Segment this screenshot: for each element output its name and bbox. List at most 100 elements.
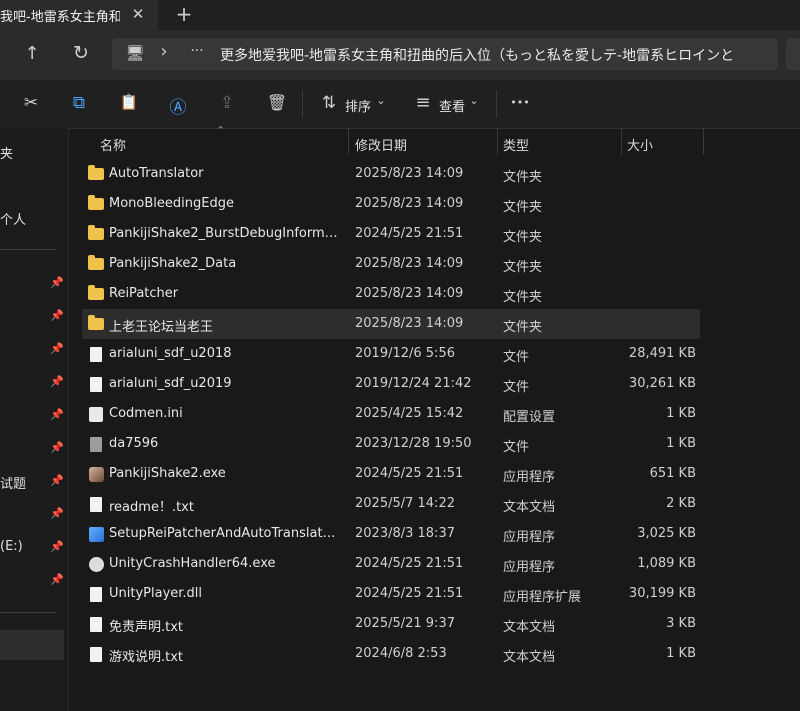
file-row[interactable]: arialuni_sdf_u2019 2019/12/24 21:42 文件 30,2… xyxy=(82,369,700,399)
folder-icon xyxy=(88,195,104,210)
breadcrumb-chevron-icon[interactable]: › xyxy=(158,41,170,62)
pin-icon: 📌 xyxy=(50,375,64,388)
file-type: 应用程序 xyxy=(503,470,556,485)
paste-icon[interactable]: 📋 xyxy=(118,93,140,111)
file-row[interactable]: PankijiShake2_Data 2025/8/23 14:09 文件夹 xyxy=(82,249,700,279)
file-row[interactable]: PankijiShake2.exe 2024/5/25 21:51 应用程序 651 … xyxy=(82,459,700,489)
file-size: 1 KB xyxy=(666,406,696,421)
file-row[interactable]: arialuni_sdf_u2018 2019/12/6 5:56 文件 28,491… xyxy=(82,339,700,369)
sidebar-item-label[interactable]: 个人 xyxy=(0,209,26,228)
sort-button[interactable]: 排序 xyxy=(345,96,371,115)
text-file-icon xyxy=(90,617,102,632)
file-row[interactable]: 游戏说明.txt 2024/6/8 2:53 文本文档 1 KB xyxy=(82,639,700,669)
view-caret-icon[interactable]: ⌄ xyxy=(468,94,480,107)
app-icon xyxy=(89,467,104,482)
file-row[interactable]: AutoTranslator 2025/8/23 14:09 文件夹 xyxy=(82,159,700,189)
text-file-icon xyxy=(90,497,102,512)
column-header-name[interactable]: 名称 xyxy=(100,135,126,154)
file-date: 2025/8/23 14:09 xyxy=(355,256,464,271)
file-name: ReiPatcher xyxy=(109,286,179,301)
sort-icon[interactable]: ⇅ xyxy=(318,93,340,113)
file-row[interactable]: ReiPatcher 2025/8/23 14:09 文件夹 xyxy=(82,279,700,309)
up-icon[interactable]: ↑ xyxy=(22,43,42,64)
breadcrumb-path[interactable]: 更多地爱我吧-地雷系女主角和扭曲的后入位（もっと私を愛しテ-地雷系ヒロインと xyxy=(220,45,780,65)
file-type: 应用程序 xyxy=(503,530,556,545)
file-name: UnityPlayer.dll xyxy=(109,586,203,601)
more-options-icon[interactable]: ••• xyxy=(508,96,532,109)
search-box[interactable] xyxy=(786,38,800,70)
file-type: 文件夹 xyxy=(503,320,543,335)
column-header-type[interactable]: 类型 xyxy=(503,135,529,154)
file-row[interactable]: UnityPlayer.dll 2024/5/25 21:51 应用程序扩展 30,1… xyxy=(82,579,700,609)
file-size: 3 KB xyxy=(666,616,696,631)
pin-icon: 📌 xyxy=(50,342,64,355)
file-name: PankijiShake2.exe xyxy=(109,466,226,481)
file-row[interactable]: UnityCrashHandler64.exe 2024/5/25 21:51 应用… xyxy=(82,549,700,579)
file-row[interactable]: da7596 2023/12/28 19:50 文件 1 KB xyxy=(82,429,700,459)
close-tab-icon[interactable]: ✕ xyxy=(128,4,148,24)
this-pc-icon[interactable]: 🖥 xyxy=(124,44,146,62)
new-tab-icon[interactable]: + xyxy=(174,4,194,24)
refresh-icon[interactable]: ↻ xyxy=(70,42,92,64)
file-row[interactable]: Codmen.ini 2025/4/25 15:42 配置设置 1 KB xyxy=(82,399,700,429)
file-date: 2024/5/25 21:51 xyxy=(355,466,464,481)
cut-icon[interactable]: ✂ xyxy=(20,93,42,113)
file-date: 2025/5/7 14:22 xyxy=(355,496,455,511)
file-name: 上老王论坛当老王 xyxy=(109,320,214,335)
column-divider[interactable] xyxy=(348,128,349,155)
file-name: AutoTranslator xyxy=(109,166,204,181)
file-size: 1,089 KB xyxy=(637,556,696,571)
file-row[interactable]: readme！.txt 2025/5/7 14:22 文本文档 2 KB xyxy=(82,489,700,519)
rename-icon[interactable]: Ⓐ xyxy=(167,93,189,118)
column-divider[interactable] xyxy=(497,128,498,155)
column-divider[interactable] xyxy=(703,128,704,155)
delete-icon[interactable]: 🗑 xyxy=(266,93,288,112)
column-header-date[interactable]: 修改日期 xyxy=(355,135,407,154)
sidebar-item-label[interactable]: 试题 xyxy=(0,473,26,492)
view-button[interactable]: 查看 xyxy=(439,96,465,115)
file-type: 文件 xyxy=(503,380,530,395)
file-gray-icon xyxy=(90,437,102,452)
file-name: Codmen.ini xyxy=(109,406,183,421)
file-type: 文本文档 xyxy=(503,620,556,635)
file-row[interactable]: SetupReiPatcherAndAutoTranslator.e... 202… xyxy=(82,519,700,549)
copy-icon[interactable]: ⧉ xyxy=(68,93,90,113)
file-name: da7596 xyxy=(109,436,159,451)
file-date: 2024/5/25 21:51 xyxy=(355,586,464,601)
file-row[interactable]: 上老王论坛当老王 2025/8/23 14:09 文件夹 xyxy=(82,309,700,339)
file-type: 文件夹 xyxy=(503,230,543,245)
sidebar-item-label[interactable]: (E:) xyxy=(0,539,23,554)
file-date: 2025/8/23 14:09 xyxy=(355,166,464,181)
tab-title[interactable]: 我吧-地雷系女主角和扭 xyxy=(0,6,120,25)
file-name: SetupReiPatcherAndAutoTranslator.e... xyxy=(109,526,339,541)
pin-icon: 📌 xyxy=(50,573,64,586)
share-icon[interactable]: ⇪ xyxy=(216,93,238,113)
file-date: 2019/12/6 5:56 xyxy=(355,346,455,361)
file-row[interactable]: PankijiShake2_BurstDebugInformatio... 202… xyxy=(82,219,700,249)
file-row[interactable]: MonoBleedingEdge 2025/8/23 14:09 文件夹 xyxy=(82,189,700,219)
file-size: 2 KB xyxy=(666,496,696,511)
column-header-size[interactable]: 大小 xyxy=(627,135,653,154)
file-row[interactable]: 免责声明.txt 2025/5/21 9:37 文本文档 3 KB xyxy=(82,609,700,639)
file-type: 应用程序扩展 xyxy=(503,590,582,605)
file-date: 2025/4/25 15:42 xyxy=(355,406,464,421)
file-type: 文件夹 xyxy=(503,170,543,185)
pin-icon: 📌 xyxy=(50,540,64,553)
file-date: 2024/5/25 21:51 xyxy=(355,226,464,241)
column-divider[interactable] xyxy=(621,128,622,155)
pin-icon: 📌 xyxy=(50,309,64,322)
sidebar-item-label[interactable]: 夹 xyxy=(0,143,13,162)
view-icon[interactable]: ≡ xyxy=(412,92,434,113)
file-size: 30,261 KB xyxy=(628,376,696,391)
sort-caret-icon[interactable]: ⌄ xyxy=(375,94,387,107)
file-type: 文本文档 xyxy=(503,650,556,665)
file-size: 1 KB xyxy=(666,646,696,661)
folder-icon xyxy=(88,315,104,330)
setup-icon xyxy=(89,527,104,542)
file-name: UnityCrashHandler64.exe xyxy=(109,556,276,571)
file-size: 3,025 KB xyxy=(637,526,696,541)
file-date: 2019/12/24 21:42 xyxy=(355,376,472,391)
sidebar-item-selected[interactable] xyxy=(0,630,64,660)
file-date: 2025/5/21 9:37 xyxy=(355,616,455,631)
breadcrumb-more-icon[interactable]: ··· xyxy=(184,43,210,59)
